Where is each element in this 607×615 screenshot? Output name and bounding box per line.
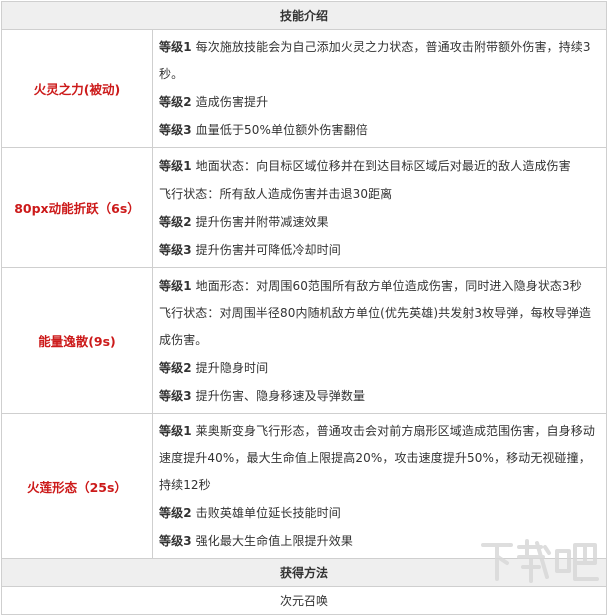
- skill-level-line: 等级1 地面形态：对周围60范围所有敌方单位造成伤害，同时进入隐身状态3秒: [159, 272, 600, 300]
- method-row: 次元召唤: [0, 586, 607, 615]
- level-label: 等级1: [159, 159, 192, 173]
- skill-level-line: 等级3 提升伤害、隐身移速及导弹数量: [159, 382, 600, 410]
- level-text: 莱奥斯变身飞行形态，普通攻击会对前方扇形区域造成范围伤害，自身移动速度提升40%…: [159, 424, 595, 492]
- method-header: 获得方法: [0, 558, 607, 587]
- level-text: 强化最大生命值上限提升效果: [195, 534, 353, 548]
- skill-description: 等级1 莱奥斯变身飞行形态，普通攻击会对前方扇形区域造成范围伤害，自身移动速度提升…: [151, 413, 607, 559]
- skill-description: 等级1 地面状态：向目标区域位移并在到达目标区域后对最近的敌人造成伤害 飞行状态：…: [151, 147, 607, 268]
- skill-name: 火灵之力(被动): [1, 29, 153, 148]
- skill-state-line: 飞行状态：对周围半径80内随机敌方单位(优先英雄)共发射3枚导弹，每枚导弹造成伤…: [159, 300, 600, 354]
- skill-name: 能量逸散(9s): [1, 267, 153, 414]
- skills-header-row: 技能介绍: [0, 1, 607, 30]
- level-label: 等级2: [159, 215, 192, 229]
- skill-level-line: 等级1 莱奥斯变身飞行形态，普通攻击会对前方扇形区域造成范围伤害，自身移动速度提升…: [159, 418, 600, 499]
- skill-level-line: 等级1 地面状态：向目标区域位移并在到达目标区域后对最近的敌人造成伤害: [159, 152, 600, 180]
- level-label: 等级2: [159, 506, 192, 520]
- skill-level-line: 等级3 提升伤害并可降低冷却时间: [159, 236, 600, 264]
- skill-level-line: 等级2 提升伤害并附带减速效果: [159, 208, 600, 236]
- skill-level-line: 等级2 击败英雄单位延长技能时间: [159, 499, 600, 527]
- level-label: 等级2: [159, 361, 192, 375]
- level-text: 地面状态：向目标区域位移并在到达目标区域后对最近的敌人造成伤害: [195, 159, 571, 173]
- skill-name: 80px动能折跃（6s）: [1, 147, 153, 268]
- level-text: 血量低于50%单位额外伤害翻倍: [195, 123, 368, 137]
- level-label: 等级3: [159, 389, 192, 403]
- level-text: 地面形态：对周围60范围所有敌方单位造成伤害，同时进入隐身状态3秒: [195, 279, 582, 293]
- skill-row: 火灵之力(被动) 等级1 每次施放技能会为自己添加火灵之力状态，普通攻击附带额外伤…: [1, 29, 607, 148]
- skill-name: 火莲形态（25s）: [1, 413, 153, 559]
- skills-table: 技能介绍 火灵之力(被动) 等级1 每次施放技能会为自己添加火灵之力状态，普通攻击…: [0, 1, 607, 615]
- level-text: 造成伤害提升: [195, 95, 269, 109]
- level-label: 等级1: [159, 424, 192, 438]
- skill-level-line: 等级3 血量低于50%单位额外伤害翻倍: [159, 116, 600, 144]
- level-text: 飞行状态：对周围半径80内随机敌方单位(优先英雄)共发射3枚导弹，每枚导弹造成伤…: [159, 306, 592, 347]
- level-text: 飞行状态：所有敌人造成伤害并击退30距离: [159, 187, 393, 201]
- level-text: 提升伤害、隐身移速及导弹数量: [195, 389, 366, 403]
- level-text: 提升伤害并可降低冷却时间: [195, 243, 341, 257]
- level-text: 击败英雄单位延长技能时间: [195, 506, 341, 520]
- skill-row: 80px动能折跃（6s） 等级1 地面状态：向目标区域位移并在到达目标区域后对最近…: [1, 147, 607, 268]
- level-text: 每次施放技能会为自己添加火灵之力状态，普通攻击附带额外伤害，持续3秒。: [159, 40, 591, 81]
- level-label: 等级3: [159, 123, 192, 137]
- level-label: 等级3: [159, 534, 192, 548]
- level-text: 提升隐身时间: [195, 361, 269, 375]
- skill-level-line: 等级2 提升隐身时间: [159, 354, 600, 382]
- level-label: 等级1: [159, 40, 192, 54]
- level-label: 等级2: [159, 95, 192, 109]
- skills-header: 技能介绍: [0, 1, 607, 30]
- skill-level-line: 等级2 造成伤害提升: [159, 88, 600, 116]
- skill-level-line: 等级3 强化最大生命值上限提升效果: [159, 527, 600, 555]
- method-header-row: 获得方法: [0, 558, 607, 587]
- skill-state-line: 飞行状态：所有敌人造成伤害并击退30距离: [159, 180, 600, 208]
- skill-level-line: 等级1 每次施放技能会为自己添加火灵之力状态，普通攻击附带额外伤害，持续3秒。: [159, 34, 600, 88]
- skill-description: 等级1 每次施放技能会为自己添加火灵之力状态，普通攻击附带额外伤害，持续3秒。 等…: [151, 29, 607, 148]
- level-text: 提升伤害并附带减速效果: [195, 215, 329, 229]
- level-label: 等级1: [159, 279, 192, 293]
- method-value: 次元召唤: [0, 586, 607, 615]
- skill-row: 火莲形态（25s） 等级1 莱奥斯变身飞行形态，普通攻击会对前方扇形区域造成范围伤…: [1, 413, 607, 559]
- skill-description: 等级1 地面形态：对周围60范围所有敌方单位造成伤害，同时进入隐身状态3秒 飞行状…: [151, 267, 607, 414]
- level-label: 等级3: [159, 243, 192, 257]
- skill-row: 能量逸散(9s) 等级1 地面形态：对周围60范围所有敌方单位造成伤害，同时进入隐…: [1, 267, 607, 414]
